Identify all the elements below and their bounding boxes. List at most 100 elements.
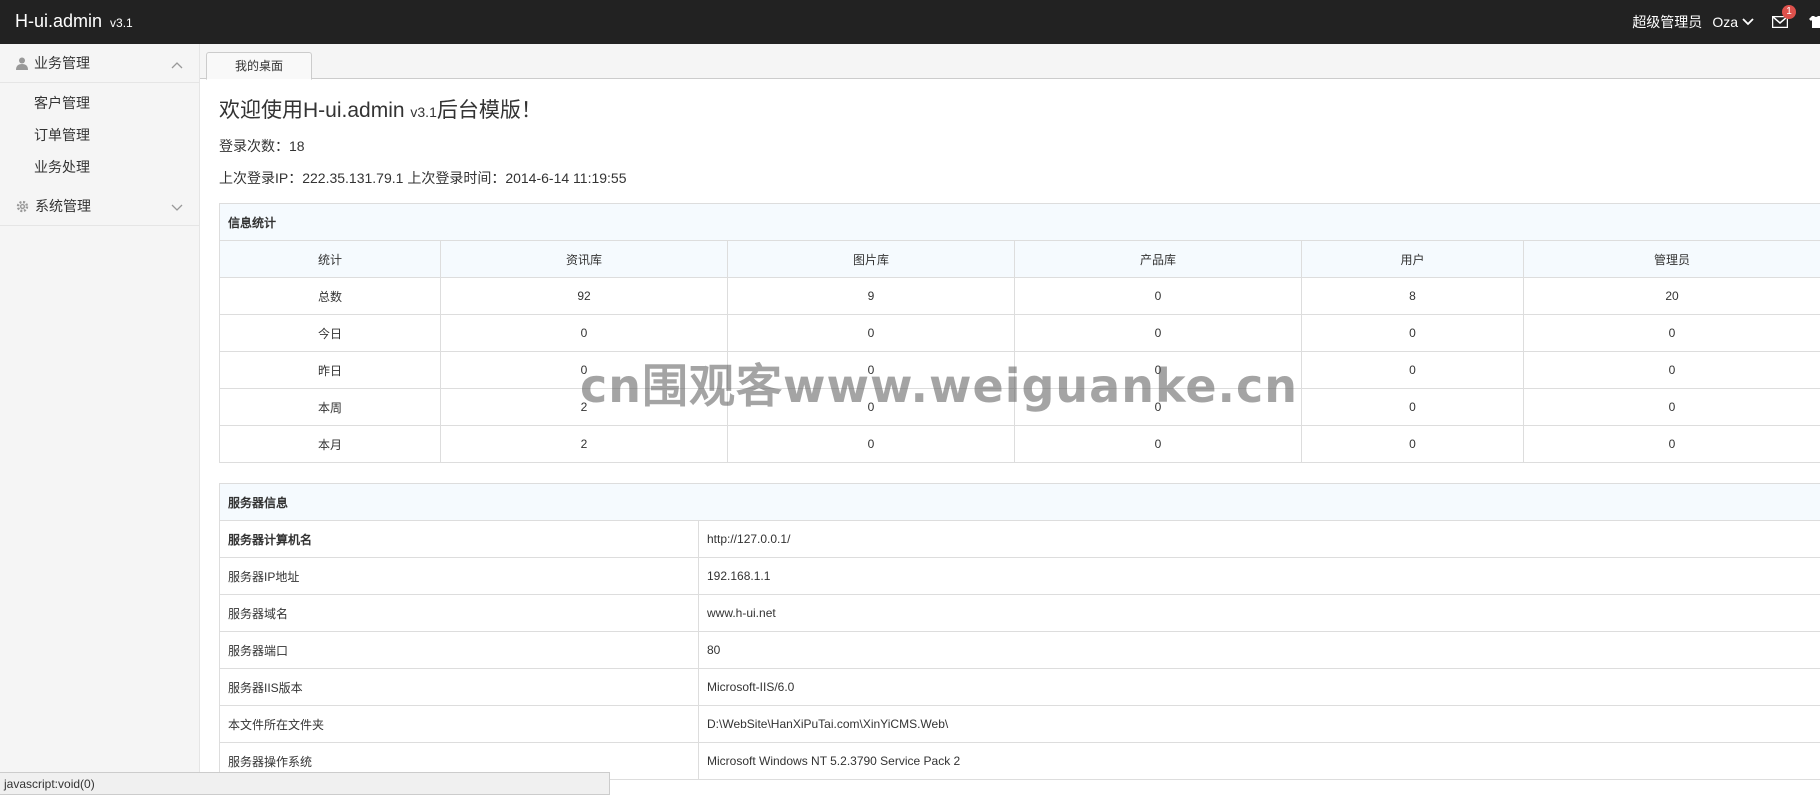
table-cell: 92 bbox=[440, 277, 728, 315]
username: Oza bbox=[1712, 14, 1738, 30]
table-cell: 本周 bbox=[219, 388, 441, 426]
table-cell-value: Microsoft-IIS/6.0 bbox=[697, 668, 1820, 706]
table-cell: 0 bbox=[1014, 314, 1302, 352]
skin-switch-button[interactable] bbox=[1808, 0, 1820, 44]
table-cell-value: 80 bbox=[697, 631, 1820, 669]
table-cell-label: 服务器IP地址 bbox=[219, 557, 699, 595]
table-row: 本周 2 0 0 0 0 bbox=[219, 388, 1820, 426]
main-content: 我的桌面 欢迎使用H-ui.admin v3.1后台模版！ 登录次数：18 上次… bbox=[200, 44, 1820, 795]
column-header: 用户 bbox=[1301, 240, 1524, 278]
table-cell: 今日 bbox=[219, 314, 441, 352]
chevron-down-icon bbox=[171, 199, 183, 215]
table-row: 服务器域名 www.h-ui.net bbox=[219, 594, 1820, 632]
stats-table-header: 统计 资讯库 图片库 产品库 用户 管理员 bbox=[219, 240, 1820, 278]
tshirt-icon bbox=[1809, 16, 1820, 28]
menu-group-label: 系统管理 bbox=[35, 198, 91, 214]
sidebar: 业务管理 客户管理 订单管理 业务处理 系统管理 bbox=[0, 44, 200, 795]
table-cell-value: www.h-ui.net bbox=[697, 594, 1820, 632]
table-cell: 0 bbox=[1301, 425, 1524, 463]
table-cell: 0 bbox=[1014, 351, 1302, 389]
table-cell: 昨日 bbox=[219, 351, 441, 389]
table-cell: 8 bbox=[1301, 277, 1524, 315]
desktop-page: 欢迎使用H-ui.admin v3.1后台模版！ 登录次数：18 上次登录IP：… bbox=[218, 96, 1820, 780]
table-cell-value: 192.168.1.1 bbox=[697, 557, 1820, 595]
message-count-badge: 1 bbox=[1782, 5, 1796, 19]
gear-icon bbox=[16, 200, 29, 213]
table-cell-label: 服务器端口 bbox=[219, 631, 699, 669]
table-row: 本月 2 0 0 0 0 bbox=[219, 425, 1820, 463]
message-button[interactable]: 1 bbox=[1772, 0, 1796, 44]
chevron-down-icon bbox=[1742, 18, 1754, 26]
table-row: 服务器IP地址 192.168.1.1 bbox=[219, 557, 1820, 595]
stats-table: 信息统计 统计 资讯库 图片库 产品库 用户 管理员 总数 92 9 0 8 2… bbox=[218, 203, 1820, 463]
sidebar-item-business-process[interactable]: 业务处理 bbox=[0, 151, 199, 183]
user-role: 超级管理员 bbox=[1632, 14, 1703, 30]
title-version: v3.1 bbox=[410, 104, 437, 120]
brand-logo[interactable]: H-ui.admin v3.1 bbox=[15, 11, 133, 32]
page-title: 欢迎使用H-ui.admin v3.1后台模版！ bbox=[219, 96, 1820, 127]
table-cell: 0 bbox=[1301, 351, 1524, 389]
title-suffix: 后台模版！ bbox=[436, 99, 542, 122]
table-cell-value: Microsoft Windows NT 5.2.3790 Service Pa… bbox=[697, 742, 1820, 780]
table-cell: 0 bbox=[727, 314, 1015, 352]
tab-bar: 我的桌面 bbox=[200, 44, 1820, 80]
table-row: 昨日 0 0 0 0 0 bbox=[219, 351, 1820, 389]
menu-group-system[interactable]: 系统管理 bbox=[0, 187, 199, 226]
table-cell: 0 bbox=[1522, 314, 1820, 352]
submenu-business: 客户管理 订单管理 业务处理 bbox=[0, 83, 199, 187]
table-row: 服务器端口 80 bbox=[219, 631, 1820, 669]
title-prefix: 欢迎使用H-ui.admin bbox=[219, 99, 405, 122]
menu-group-label: 业务管理 bbox=[34, 55, 90, 71]
table-cell: 0 bbox=[1014, 388, 1302, 426]
table-cell: 0 bbox=[727, 388, 1015, 426]
column-header: 资讯库 bbox=[440, 240, 728, 278]
table-cell-label: 本文件所在文件夹 bbox=[219, 705, 699, 743]
last-login-info: 上次登录IP：222.35.131.79.1 上次登录时间：2014-6-14 … bbox=[219, 170, 627, 186]
table-row: 服务器计算机名 http://127.0.0.1/ bbox=[219, 520, 1820, 558]
table-cell-value: http://127.0.0.1/ bbox=[697, 520, 1820, 558]
brand-name: H-ui.admin bbox=[15, 11, 103, 31]
table-cell: 2 bbox=[440, 425, 728, 463]
table-cell: 总数 bbox=[219, 277, 441, 315]
table-row: 总数 92 9 0 8 20 bbox=[219, 277, 1820, 315]
login-count: 登录次数：18 bbox=[219, 138, 305, 154]
table-cell: 2 bbox=[440, 388, 728, 426]
table-cell: 0 bbox=[1301, 314, 1524, 352]
table-cell: 0 bbox=[440, 351, 728, 389]
top-navbar: H-ui.admin v3.1 超级管理员 Oza 1 bbox=[0, 0, 1820, 44]
table-cell: 0 bbox=[1014, 425, 1302, 463]
table-cell: 0 bbox=[440, 314, 728, 352]
table-cell-label: 服务器IIS版本 bbox=[219, 668, 699, 706]
table-row: 服务器IIS版本 Microsoft-IIS/6.0 bbox=[219, 668, 1820, 706]
table-cell: 本月 bbox=[219, 425, 441, 463]
table-row: 本文件所在文件夹 D:\WebSite\HanXiPuTai.com\XinYi… bbox=[219, 705, 1820, 743]
table-cell: 20 bbox=[1522, 277, 1820, 315]
table-cell: 0 bbox=[1301, 388, 1524, 426]
table-cell-label: 服务器计算机名 bbox=[219, 520, 699, 558]
server-table-title: 服务器信息 bbox=[218, 483, 1820, 521]
table-cell: 0 bbox=[727, 425, 1015, 463]
tab-my-desktop[interactable]: 我的桌面 bbox=[206, 52, 312, 80]
sidebar-item-orders[interactable]: 订单管理 bbox=[0, 119, 199, 151]
column-header: 统计 bbox=[219, 240, 441, 278]
user-icon bbox=[16, 57, 28, 70]
column-header: 图片库 bbox=[727, 240, 1015, 278]
table-cell: 0 bbox=[1014, 277, 1302, 315]
table-cell: 0 bbox=[1522, 388, 1820, 426]
menu-group-business[interactable]: 业务管理 bbox=[0, 44, 199, 83]
browser-status-bar: javascript:void(0) bbox=[0, 772, 610, 795]
server-info-table: 服务器信息 服务器计算机名 http://127.0.0.1/ 服务器IP地址 … bbox=[218, 483, 1820, 780]
table-cell: 0 bbox=[1522, 351, 1820, 389]
brand-version: v3.1 bbox=[110, 16, 133, 30]
table-cell: 0 bbox=[727, 351, 1015, 389]
column-header: 产品库 bbox=[1014, 240, 1302, 278]
table-cell-label: 服务器域名 bbox=[219, 594, 699, 632]
column-header: 管理员 bbox=[1522, 240, 1820, 278]
sidebar-item-customers[interactable]: 客户管理 bbox=[0, 87, 199, 119]
stats-table-title: 信息统计 bbox=[218, 203, 1820, 241]
chevron-up-icon bbox=[171, 56, 183, 72]
table-row: 今日 0 0 0 0 0 bbox=[219, 314, 1820, 352]
user-menu-toggle[interactable]: Oza bbox=[1712, 14, 1754, 30]
table-cell-value: D:\WebSite\HanXiPuTai.com\XinYiCMS.Web\ bbox=[697, 705, 1820, 743]
table-cell: 9 bbox=[727, 277, 1015, 315]
